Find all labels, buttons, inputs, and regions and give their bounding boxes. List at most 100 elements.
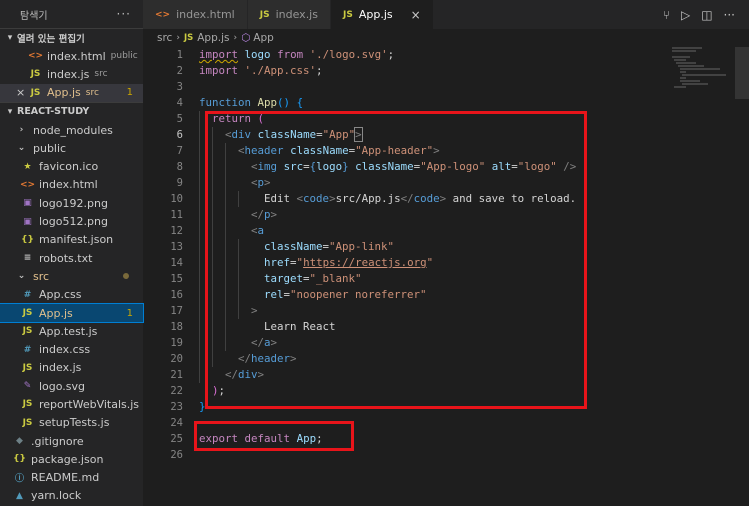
vertical-scrollbar[interactable] [735, 47, 749, 99]
split-editor-icon[interactable]: ◫ [701, 8, 712, 22]
file-label: App.js [39, 306, 73, 320]
modified-dot-icon [123, 273, 129, 280]
breadcrumb-symbol[interactable]: App [253, 32, 274, 44]
folder-label: public [33, 141, 67, 155]
file-logo-svg[interactable]: ✎ logo.svg [0, 377, 143, 395]
chevron-down-icon: ⌄ [17, 143, 26, 154]
tab-app-js[interactable]: JS App.js × [330, 0, 434, 29]
file-label: manifest.json [39, 233, 114, 247]
file-index-html[interactable]: <> index.html [0, 176, 143, 194]
line-number: 26 [170, 449, 183, 461]
code-line: function App() { [199, 96, 304, 109]
open-editor-folder: src [94, 69, 108, 80]
svg-file-icon: ✎ [23, 381, 32, 392]
file-index-js[interactable]: JS index.js [0, 359, 143, 377]
css-file-icon: # [23, 344, 32, 355]
file-logo512[interactable]: ▣ logo512.png [0, 212, 143, 230]
open-editor-index-js[interactable]: JS index.js src [0, 65, 143, 83]
file-label: App.css [39, 288, 82, 302]
keyword: function [199, 96, 252, 109]
line-number: 24 [170, 417, 183, 429]
file-app-js[interactable]: JS App.js 1 [0, 302, 144, 324]
open-editor-app-js[interactable]: × JS App.js src 1 [0, 83, 143, 102]
tab-index-js[interactable]: JS index.js [247, 0, 331, 29]
file-label: setupTests.js [39, 416, 110, 430]
chevron-right-icon: › [176, 33, 180, 43]
line-number: 1 [176, 49, 183, 61]
file-robots[interactable]: ≡ robots.txt [0, 249, 143, 267]
folder-src[interactable]: ⌄ src [0, 267, 143, 285]
image-file-icon: ▣ [23, 198, 32, 209]
file-setup-tests[interactable]: JS setupTests.js [0, 414, 143, 432]
folder-node-modules[interactable]: › node_modules [0, 121, 143, 139]
file-report-web-vitals[interactable]: JS reportWebVitals.js [0, 395, 143, 413]
open-editors-section[interactable]: ▾ 열려 있는 편집기 [0, 28, 143, 47]
tab-label: App.js [358, 8, 393, 21]
breadcrumb-folder[interactable]: src [157, 32, 172, 44]
line-number-gutter: 1 2 3 4 5 6 7 8 9 10 11 12 13 14 15 16 1… [143, 47, 183, 463]
js-file-icon: JS [259, 9, 270, 20]
open-editor-name: index.js [47, 67, 90, 81]
js-file-icon: JS [342, 9, 353, 20]
file-readme[interactable]: ⓘ README.md [0, 469, 143, 487]
html-file-icon: <> [20, 179, 36, 190]
html-file-icon: <> [155, 9, 171, 20]
chevron-down-icon: ▾ [7, 33, 13, 43]
line-number: 20 [170, 353, 183, 365]
file-label: .gitignore [31, 434, 84, 448]
chevron-right-icon: › [233, 33, 238, 43]
line-number: 10 [170, 193, 183, 205]
breadcrumb-file[interactable]: App.js [197, 32, 229, 44]
file-gitignore[interactable]: ◆ .gitignore [0, 432, 143, 450]
html-file-icon: <> [28, 51, 44, 62]
js-file-icon: JS [183, 33, 194, 43]
line-number: 14 [170, 257, 183, 269]
text-file-icon: ≡ [23, 253, 32, 264]
run-icon[interactable]: ▷ [681, 8, 690, 22]
file-favicon[interactable]: ★ favicon.ico [0, 157, 143, 175]
keyword: import [199, 64, 239, 77]
js-file-icon: JS [22, 417, 33, 428]
source-control-icon[interactable]: ⑂ [663, 8, 670, 22]
breadcrumb: src › JS App.js › ⬡ App [157, 29, 274, 47]
open-editor-name: App.js [47, 86, 81, 100]
file-label: logo512.png [39, 215, 108, 229]
minimap[interactable] [672, 47, 734, 92]
line-number: 7 [176, 145, 183, 157]
folder-label: node_modules [33, 123, 113, 137]
file-app-css[interactable]: # App.css [0, 286, 143, 304]
test-file-icon: JS [22, 326, 33, 337]
string: './App.css' [244, 64, 317, 77]
file-manifest[interactable]: {} manifest.json [0, 231, 143, 249]
line-number: 19 [170, 337, 183, 349]
folder-public[interactable]: ⌄ public [0, 139, 143, 157]
explorer-sidebar: 탐색기 ··· ▾ 열려 있는 편집기 <> index.html public… [0, 0, 144, 506]
line-number: 9 [176, 177, 183, 189]
js-file-icon: JS [22, 308, 33, 318]
file-label: logo.svg [39, 379, 86, 393]
open-editor-index-html[interactable]: <> index.html public [0, 47, 143, 65]
open-editor-folder: src [85, 87, 99, 98]
file-logo192[interactable]: ▣ logo192.png [0, 194, 143, 212]
more-icon[interactable]: ··· [724, 8, 735, 22]
file-package-json[interactable]: {} package.json [0, 450, 143, 468]
project-section[interactable]: ▾ REACT-STUDY [0, 101, 143, 121]
line-number: 16 [170, 289, 183, 301]
file-index-css[interactable]: # index.css [0, 340, 143, 358]
chevron-down-icon: ⌄ [17, 271, 26, 282]
favicon-icon: ★ [23, 161, 32, 172]
more-actions-icon[interactable]: ··· [117, 7, 131, 21]
json-file-icon: {} [21, 234, 34, 245]
file-app-test[interactable]: JS App.test.js [0, 322, 143, 340]
close-icon[interactable]: × [16, 86, 28, 99]
explorer-header: 탐색기 ··· [0, 0, 143, 28]
chevron-right-icon: › [19, 125, 24, 136]
file-yarn-lock[interactable]: ▲ yarn.lock [0, 487, 143, 505]
project-label: REACT-STUDY [17, 106, 90, 118]
line-number: 18 [170, 321, 183, 333]
open-editor-name: index.html [47, 49, 106, 63]
line-number: 22 [170, 385, 183, 397]
close-icon[interactable]: × [411, 8, 421, 22]
tab-index-html[interactable]: <> index.html [143, 0, 248, 29]
